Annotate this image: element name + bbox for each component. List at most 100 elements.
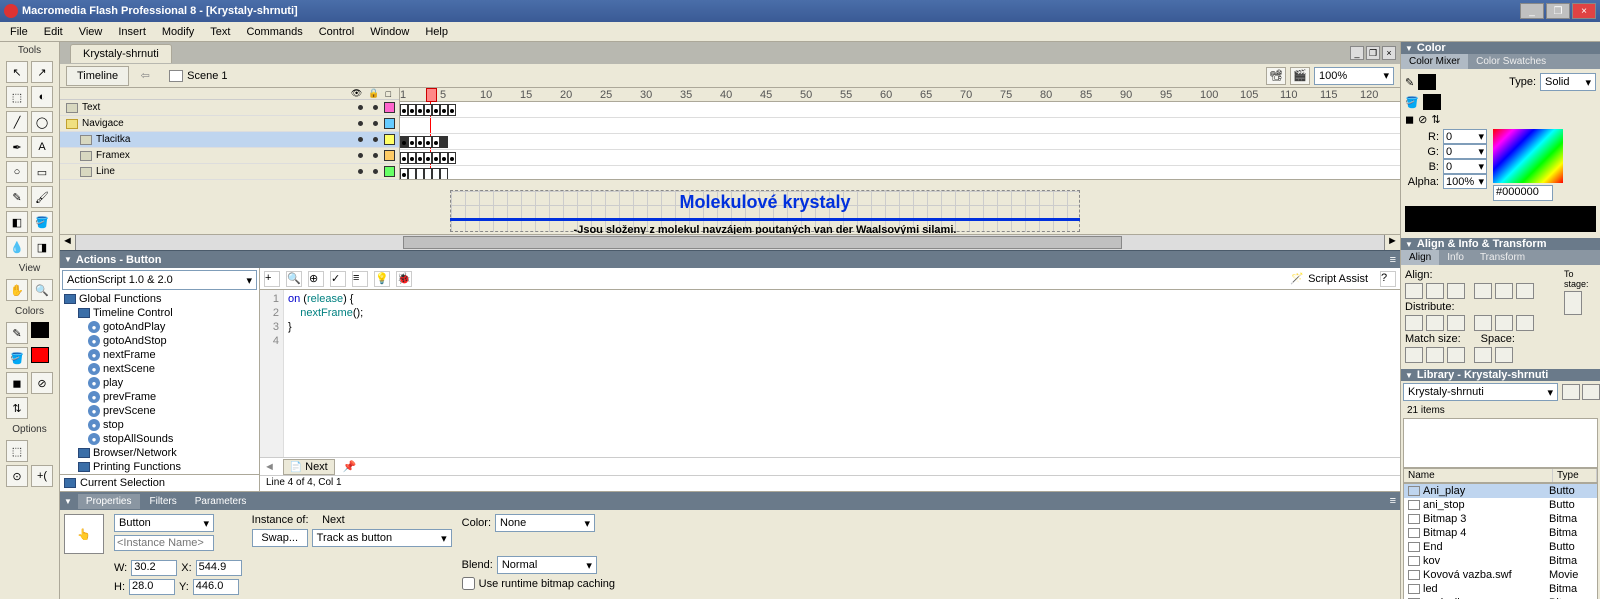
match-height[interactable] — [1426, 347, 1444, 363]
eyedropper-tool[interactable]: 💧 — [6, 236, 28, 258]
black-white[interactable]: ◼ — [6, 372, 28, 394]
subselection-tool[interactable]: ↗ — [31, 61, 53, 83]
timeline-toggle[interactable]: Timeline — [66, 66, 129, 86]
tab-info[interactable]: Info — [1439, 250, 1472, 265]
library-item[interactable]: Bitmap 3Bitma — [1404, 512, 1597, 526]
tab-color-swatches[interactable]: Color Swatches — [1468, 54, 1554, 69]
zoom-select[interactable]: 100%▾ — [1314, 67, 1394, 85]
document-tab[interactable]: Krystaly-shrnuti — [70, 44, 172, 63]
y-input[interactable]: 446.0 — [193, 579, 239, 595]
blend-select[interactable]: Normal▾ — [497, 556, 597, 574]
menu-file[interactable]: File — [4, 24, 34, 40]
dist-right[interactable] — [1516, 315, 1534, 331]
align-vcenter[interactable] — [1495, 283, 1513, 299]
tab-properties[interactable]: Properties — [78, 494, 140, 509]
pen-tool[interactable]: ✒ — [6, 136, 28, 158]
close-button[interactable]: × — [1572, 3, 1596, 19]
r-input[interactable]: 0▾ — [1443, 129, 1487, 144]
tree-action[interactable]: ●nextScene — [60, 362, 259, 376]
library-item[interactable]: Kovová vazba.swfMovie — [1404, 568, 1597, 582]
menu-edit[interactable]: Edit — [38, 24, 69, 40]
tree-action[interactable]: ●nextFrame — [60, 348, 259, 362]
swap-button[interactable]: Swap... — [252, 529, 308, 547]
text-tool[interactable]: A — [31, 136, 53, 158]
back-button[interactable]: ⇦ — [135, 69, 155, 82]
color-type-select[interactable]: Solid▾ — [1540, 73, 1596, 91]
stroke-color-swatch[interactable] — [1418, 74, 1436, 90]
edit-scene-icon[interactable]: 📽 — [1266, 67, 1286, 85]
code-hint-icon[interactable]: 💡 — [374, 271, 390, 287]
stage-hscroll[interactable]: ◄► — [60, 234, 1400, 250]
match-width[interactable] — [1405, 347, 1423, 363]
script-assist-button[interactable]: 🪄Script Assist — [1284, 270, 1374, 287]
tree-action[interactable]: ●play — [60, 376, 259, 390]
x-input[interactable]: 544.9 — [196, 560, 242, 576]
help-icon[interactable]: ? — [1380, 271, 1396, 287]
dist-vcenter[interactable] — [1426, 315, 1444, 331]
menu-help[interactable]: Help — [419, 24, 454, 40]
tree-action[interactable]: ●gotoAndStop — [60, 334, 259, 348]
pencil-tool[interactable]: ✎ — [6, 186, 28, 208]
fill-swatch[interactable] — [31, 347, 49, 363]
tree-action[interactable]: ●prevFrame — [60, 390, 259, 404]
as-version-select[interactable]: ActionScript 1.0 & 2.0▾ — [62, 270, 257, 290]
minimize-button[interactable]: _ — [1520, 3, 1544, 19]
color-select[interactable]: None▾ — [495, 514, 595, 532]
lib-pin-icon[interactable] — [1562, 384, 1580, 400]
library-panel-header[interactable]: ▼Library - Krystaly-shrnuti — [1401, 369, 1600, 381]
tab-filters[interactable]: Filters — [142, 494, 185, 509]
brush-tool[interactable]: 🖌 — [31, 186, 53, 208]
line-tool[interactable]: ╱ — [6, 111, 28, 133]
track-select[interactable]: Track as button▾ — [312, 529, 452, 547]
align-top[interactable] — [1474, 283, 1492, 299]
align-hcenter[interactable] — [1426, 283, 1444, 299]
frame-ruler[interactable]: 1510152025303540455055606570758085909510… — [400, 88, 1400, 102]
menu-insert[interactable]: Insert — [112, 24, 152, 40]
hex-input[interactable]: #000000 — [1493, 185, 1553, 201]
library-list[interactable]: Ani_playButtoani_stopButtoBitmap 3BitmaB… — [1403, 483, 1598, 599]
script-tab[interactable]: 📄 Next — [283, 459, 335, 475]
menu-modify[interactable]: Modify — [156, 24, 200, 40]
lasso-tool[interactable]: ◯ — [31, 111, 53, 133]
menu-control[interactable]: Control — [313, 24, 360, 40]
to-stage-toggle[interactable] — [1564, 291, 1582, 315]
align-right[interactable] — [1447, 283, 1465, 299]
doc-close[interactable]: × — [1382, 46, 1396, 60]
library-doc-select[interactable]: Krystaly-shrnuti▾ — [1403, 383, 1558, 401]
space-h[interactable] — [1474, 347, 1492, 363]
color-panel-header[interactable]: ▼Color — [1401, 42, 1600, 54]
width-input[interactable]: 30.2 — [131, 560, 177, 576]
code-area[interactable]: 1234 on (release) { nextFrame(); } — [260, 290, 1400, 457]
library-item[interactable]: ani_stopButto — [1404, 498, 1597, 512]
menu-text[interactable]: Text — [204, 24, 236, 40]
add-action-icon[interactable]: + — [264, 271, 280, 287]
tree-category[interactable]: Browser/Network — [60, 446, 259, 460]
menu-window[interactable]: Window — [364, 24, 415, 40]
layer-row[interactable]: Navigace — [60, 116, 399, 132]
stroke-color[interactable]: ✎ — [6, 322, 28, 344]
tree-action[interactable]: ●gotoAndPlay — [60, 320, 259, 334]
stage[interactable]: Molekulové krystaly -Jsou složeny z mole… — [60, 180, 1400, 234]
alpha-input[interactable]: 100%▾ — [1443, 174, 1487, 189]
actions-tree[interactable]: Global Functions Timeline Control ●gotoA… — [60, 292, 259, 474]
menu-commands[interactable]: Commands — [240, 24, 308, 40]
library-item[interactable]: Bitmap 4Bitma — [1404, 526, 1597, 540]
tab-align[interactable]: Align — [1401, 250, 1439, 265]
oval-tool[interactable]: ○ — [6, 161, 28, 183]
option-snap[interactable]: ⊙ — [6, 465, 28, 487]
tab-parameters[interactable]: Parameters — [187, 494, 255, 509]
align-left[interactable] — [1405, 283, 1423, 299]
tree-action[interactable]: ●prevScene — [60, 404, 259, 418]
find-icon[interactable]: 🔍 — [286, 271, 302, 287]
debug-icon[interactable]: 🐞 — [396, 271, 412, 287]
actions-panel-header[interactable]: ▼Actions - Button ≡ — [60, 250, 1400, 268]
check-syntax-icon[interactable]: ✓ — [330, 271, 346, 287]
free-transform-tool[interactable]: ⬚ — [6, 86, 28, 108]
frames-area[interactable]: 1510152025303540455055606570758085909510… — [400, 88, 1400, 179]
paint-bucket-tool[interactable]: 🪣 — [31, 211, 53, 233]
align-bottom[interactable] — [1516, 283, 1534, 299]
zoom-tool[interactable]: 🔍 — [31, 279, 53, 301]
dist-bottom[interactable] — [1447, 315, 1465, 331]
auto-format-icon[interactable]: ≡ — [352, 271, 368, 287]
show-hide-icon[interactable]: 👁 — [351, 88, 362, 99]
